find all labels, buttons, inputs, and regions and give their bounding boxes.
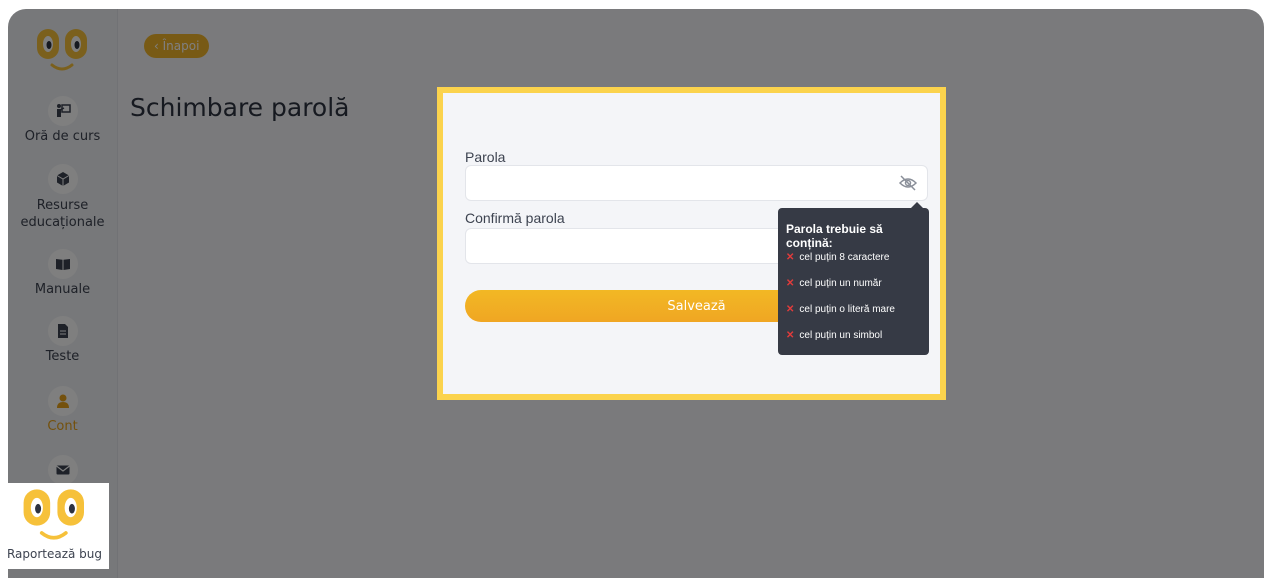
- password-requirements-tooltip: Parola trebuie să conțină: ✕ cel puțin 8 …: [778, 202, 929, 355]
- bug-logo-icon: [23, 489, 84, 540]
- requirement-item: ✕ cel puțin 8 caractere: [786, 252, 890, 263]
- confirm-password-label: Confirmă parola: [465, 210, 565, 226]
- requirement-item: ✕ cel puțin un simbol: [786, 330, 883, 341]
- report-bug-button[interactable]: Raportează bug: [0, 483, 109, 569]
- x-icon: ✕: [786, 278, 795, 289]
- password-label: Parola: [465, 149, 506, 165]
- report-bug-label: Raportează bug: [6, 547, 103, 561]
- requirement-item: ✕ cel puțin un număr: [786, 278, 882, 289]
- requirement-item: ✕ cel puțin o literă mare: [786, 304, 895, 315]
- tooltip-title: Parola trebuie să conțină:: [786, 222, 883, 250]
- x-icon: ✕: [786, 252, 795, 263]
- x-icon: ✕: [786, 330, 795, 341]
- hide-password-icon[interactable]: [898, 174, 918, 192]
- x-icon: ✕: [786, 304, 795, 315]
- password-input[interactable]: [465, 165, 928, 201]
